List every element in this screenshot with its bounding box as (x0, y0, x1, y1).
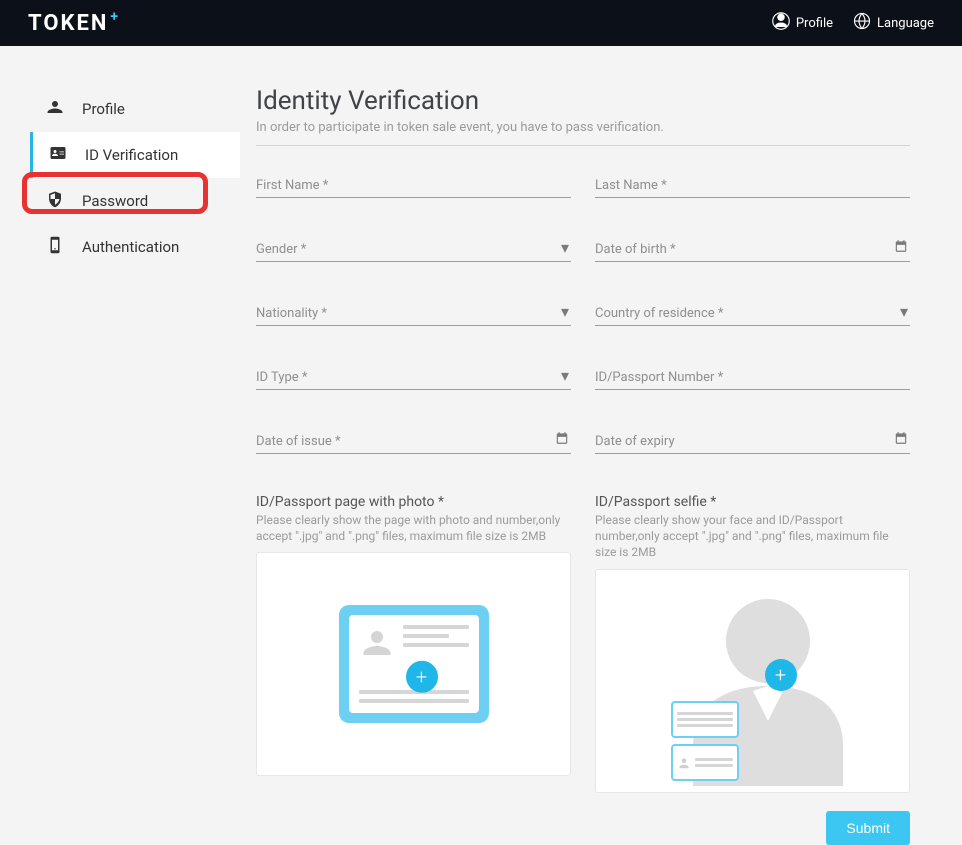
dropdown-icon: ▾ (900, 302, 908, 321)
country-residence-select[interactable]: Country of residence * ▾ (595, 302, 910, 326)
selfie-graphic: + (653, 581, 853, 781)
sidebar-item-label: Profile (82, 100, 125, 118)
upload-selfie-desc: Please clearly show your face and ID/Pas… (595, 512, 910, 561)
language-label: Language (877, 16, 934, 31)
first-name-field[interactable]: First Name * (256, 174, 571, 198)
content: Profile ID Verification Password Authent… (0, 46, 962, 845)
id-number-field[interactable]: ID/Passport Number * (595, 366, 910, 390)
last-name-field[interactable]: Last Name * (595, 174, 910, 198)
field-label: First Name * (256, 178, 328, 193)
page-title: Identity Verification (256, 86, 910, 116)
add-plus-icon: + (765, 659, 797, 691)
field-label: Nationality * (256, 306, 327, 321)
nationality-select[interactable]: Nationality * ▾ (256, 302, 571, 326)
logo[interactable]: TOKEN + (28, 11, 120, 36)
field-label: Date of birth * (595, 242, 676, 257)
gender-select[interactable]: Gender * ▾ (256, 238, 571, 262)
field-label: Date of expiry (595, 434, 675, 449)
logo-plus: + (110, 9, 120, 25)
sidebar-item-authentication[interactable]: Authentication (30, 224, 240, 270)
field-label: ID Type * (256, 370, 308, 385)
upload-selfie-title: ID/Passport selfie * (595, 494, 910, 510)
sidebar-item-label: ID Verification (85, 146, 178, 164)
field-label: ID/Passport Number * (595, 370, 723, 385)
header-right: Profile Language (772, 12, 934, 34)
dropdown-icon: ▾ (561, 238, 569, 257)
section-divider (256, 145, 910, 146)
dropdown-icon: ▾ (561, 366, 569, 385)
top-header: TOKEN + Profile Language (0, 0, 962, 46)
field-label: Date of issue * (256, 434, 341, 449)
date-expiry-field[interactable]: Date of expiry (595, 430, 910, 454)
sidebar-item-id-verification[interactable]: ID Verification (30, 132, 240, 178)
profile-icon (772, 12, 790, 34)
calendar-icon (894, 430, 908, 449)
field-label: Gender * (256, 242, 306, 257)
add-plus-icon: + (406, 661, 438, 693)
logo-text: TOKEN (28, 11, 108, 36)
shield-icon (46, 190, 64, 212)
calendar-icon (894, 238, 908, 257)
sidebar-item-label: Authentication (82, 238, 179, 256)
upload-photo-title: ID/Passport page with photo * (256, 494, 571, 510)
id-card-icon (49, 144, 67, 166)
page-subtitle: In order to participate in token sale ev… (256, 120, 910, 135)
calendar-icon (555, 430, 569, 449)
sidebar: Profile ID Verification Password Authent… (0, 86, 240, 845)
sidebar-item-password[interactable]: Password (30, 178, 240, 224)
id-card-graphic: + (339, 605, 489, 723)
dob-field[interactable]: Date of birth * (595, 238, 910, 262)
sidebar-item-label: Password (82, 192, 148, 210)
profile-label: Profile (796, 16, 833, 31)
main-area: Identity Verification In order to partic… (240, 86, 962, 845)
upload-selfie-box[interactable]: + (595, 569, 910, 793)
dropdown-icon: ▾ (561, 302, 569, 321)
globe-icon (853, 12, 871, 34)
submit-button[interactable]: Submit (826, 811, 910, 845)
upload-photo-desc: Please clearly show the page with photo … (256, 512, 571, 544)
id-type-select[interactable]: ID Type * ▾ (256, 366, 571, 390)
person-icon (46, 98, 64, 120)
field-label: Country of residence * (595, 306, 724, 321)
language-menu[interactable]: Language (853, 12, 934, 34)
date-issue-field[interactable]: Date of issue * (256, 430, 571, 454)
sidebar-item-profile[interactable]: Profile (30, 86, 240, 132)
profile-menu[interactable]: Profile (772, 12, 833, 34)
field-label: Last Name * (595, 178, 667, 193)
phone-lock-icon (46, 236, 64, 258)
upload-photo-box[interactable]: + (256, 552, 571, 776)
